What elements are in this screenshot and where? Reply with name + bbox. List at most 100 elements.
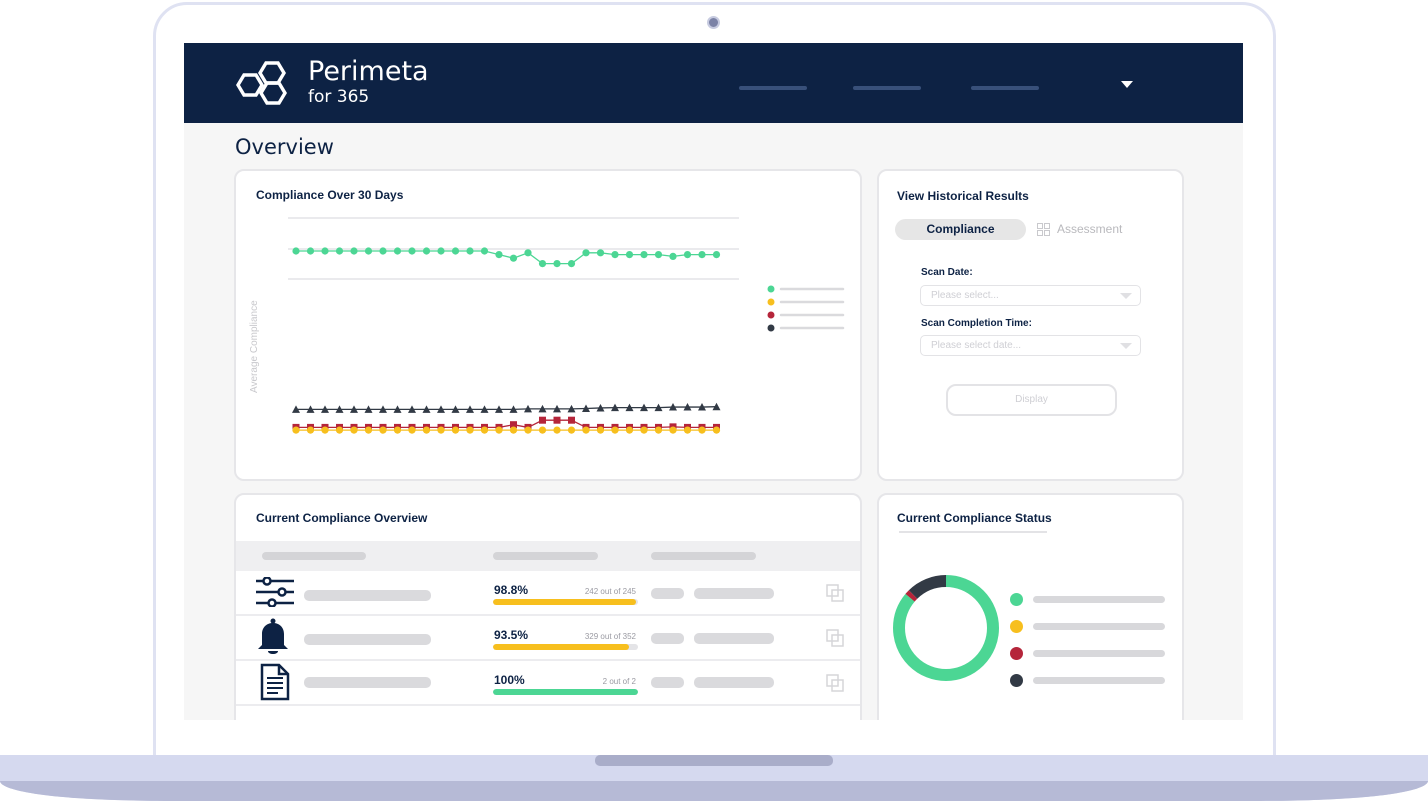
data-point	[422, 426, 431, 434]
compliance-chart-card: Compliance Over 30 Days Average Complian…	[234, 169, 862, 481]
data-point	[495, 426, 503, 434]
row-name-placeholder	[304, 590, 431, 601]
row-percent: 100%	[494, 673, 525, 687]
scan-date-placeholder: Please select...	[931, 290, 999, 301]
data-point	[364, 426, 373, 434]
tab-assessment-label: Assessment	[1057, 222, 1123, 236]
data-point	[437, 426, 445, 434]
data-point	[553, 416, 561, 424]
compliance-overview-card: Current Compliance Overview 98.8% 242 ou…	[234, 493, 862, 720]
legend-dot-red	[1010, 647, 1023, 660]
scan-time-label: Scan Completion Time:	[921, 318, 1032, 329]
data-point	[466, 247, 474, 255]
data-point	[408, 426, 416, 434]
data-point	[596, 426, 605, 434]
bell-icon	[258, 618, 288, 654]
data-point	[683, 251, 692, 259]
data-point	[393, 426, 402, 434]
data-point	[480, 247, 489, 255]
data-point	[712, 426, 721, 434]
data-point	[654, 426, 663, 434]
header-cell	[651, 552, 756, 560]
data-point	[640, 251, 648, 259]
data-point	[625, 426, 634, 434]
row-divider	[236, 704, 860, 706]
table-row[interactable]: 93.5% 329 out of 352	[236, 616, 860, 660]
data-point	[611, 251, 619, 259]
status-title: Current Compliance Status	[897, 511, 1052, 525]
data-point	[524, 249, 532, 257]
progress-bar	[493, 644, 638, 650]
row-small-placeholder	[651, 588, 684, 599]
series-line	[296, 419, 717, 429]
row-percent: 93.5%	[494, 628, 529, 642]
legend-dot-yellow	[1010, 620, 1023, 633]
app-screen: Perimeta for 365 Overview Compliance Ove…	[184, 43, 1243, 720]
display-button[interactable]: Display	[946, 384, 1117, 416]
data-point	[712, 251, 721, 259]
row-count: 329 out of 352	[584, 632, 636, 641]
row-count: 242 out of 245	[584, 587, 636, 596]
scan-time-placeholder: Please select date...	[931, 340, 1022, 351]
copy-icon[interactable]	[826, 584, 844, 602]
data-point	[379, 247, 387, 255]
nav-item-3[interactable]	[971, 86, 1039, 90]
data-point	[408, 247, 416, 255]
data-point	[611, 426, 619, 434]
row-name-placeholder	[304, 634, 431, 645]
table-row[interactable]: 100% 2 out of 2	[236, 661, 860, 705]
legend-label-placeholder	[1033, 623, 1165, 630]
scan-time-select[interactable]: Please select date...	[920, 335, 1141, 356]
sliders-icon	[256, 577, 294, 607]
data-point	[335, 247, 344, 255]
data-point	[350, 247, 358, 255]
title-underline	[899, 531, 1047, 533]
scan-date-label: Scan Date:	[921, 267, 973, 278]
header-cell	[262, 552, 366, 560]
table-row[interactable]: 98.8% 242 out of 245	[236, 571, 860, 615]
data-point	[466, 426, 474, 434]
data-point	[567, 426, 576, 434]
copy-icon[interactable]	[826, 629, 844, 647]
legend-dot-green	[1010, 593, 1023, 606]
row-detail-placeholder	[694, 588, 774, 599]
data-point	[640, 426, 648, 434]
header-cell	[493, 552, 598, 560]
legend-dot-dark	[1010, 674, 1023, 687]
legend-label-placeholder	[1033, 677, 1165, 684]
legend-marker	[767, 285, 775, 293]
data-point	[451, 247, 460, 255]
scan-date-select[interactable]: Please select...	[920, 285, 1141, 306]
data-point	[321, 426, 329, 434]
grid-icon	[1037, 223, 1050, 236]
data-point	[553, 260, 561, 268]
data-point	[292, 426, 300, 434]
data-point	[480, 426, 489, 434]
legend-marker	[767, 311, 775, 319]
nav-item-2[interactable]	[853, 86, 921, 90]
tab-compliance[interactable]: Compliance	[895, 219, 1026, 240]
data-point	[582, 426, 590, 434]
row-count: 2 out of 2	[602, 677, 636, 686]
page-title: Overview	[235, 135, 334, 159]
data-point	[567, 260, 576, 268]
perimeta-logo-icon	[236, 61, 287, 105]
data-point	[596, 249, 605, 257]
nav-item-1[interactable]	[739, 86, 807, 90]
data-point	[625, 251, 634, 259]
copy-icon[interactable]	[826, 674, 844, 692]
data-point	[422, 247, 431, 255]
brand-subtitle: for 365	[308, 87, 370, 107]
series-line	[296, 250, 717, 265]
data-point	[335, 426, 344, 434]
series-line	[296, 406, 717, 411]
data-point	[379, 426, 387, 434]
tab-assessment[interactable]: Assessment	[1037, 219, 1157, 240]
data-point	[568, 416, 575, 424]
data-point	[437, 247, 445, 255]
row-small-placeholder	[651, 633, 684, 644]
row-percent: 98.8%	[494, 583, 529, 597]
data-point	[669, 252, 677, 260]
caret-down-icon[interactable]	[1120, 80, 1134, 89]
progress-fill	[493, 599, 637, 605]
